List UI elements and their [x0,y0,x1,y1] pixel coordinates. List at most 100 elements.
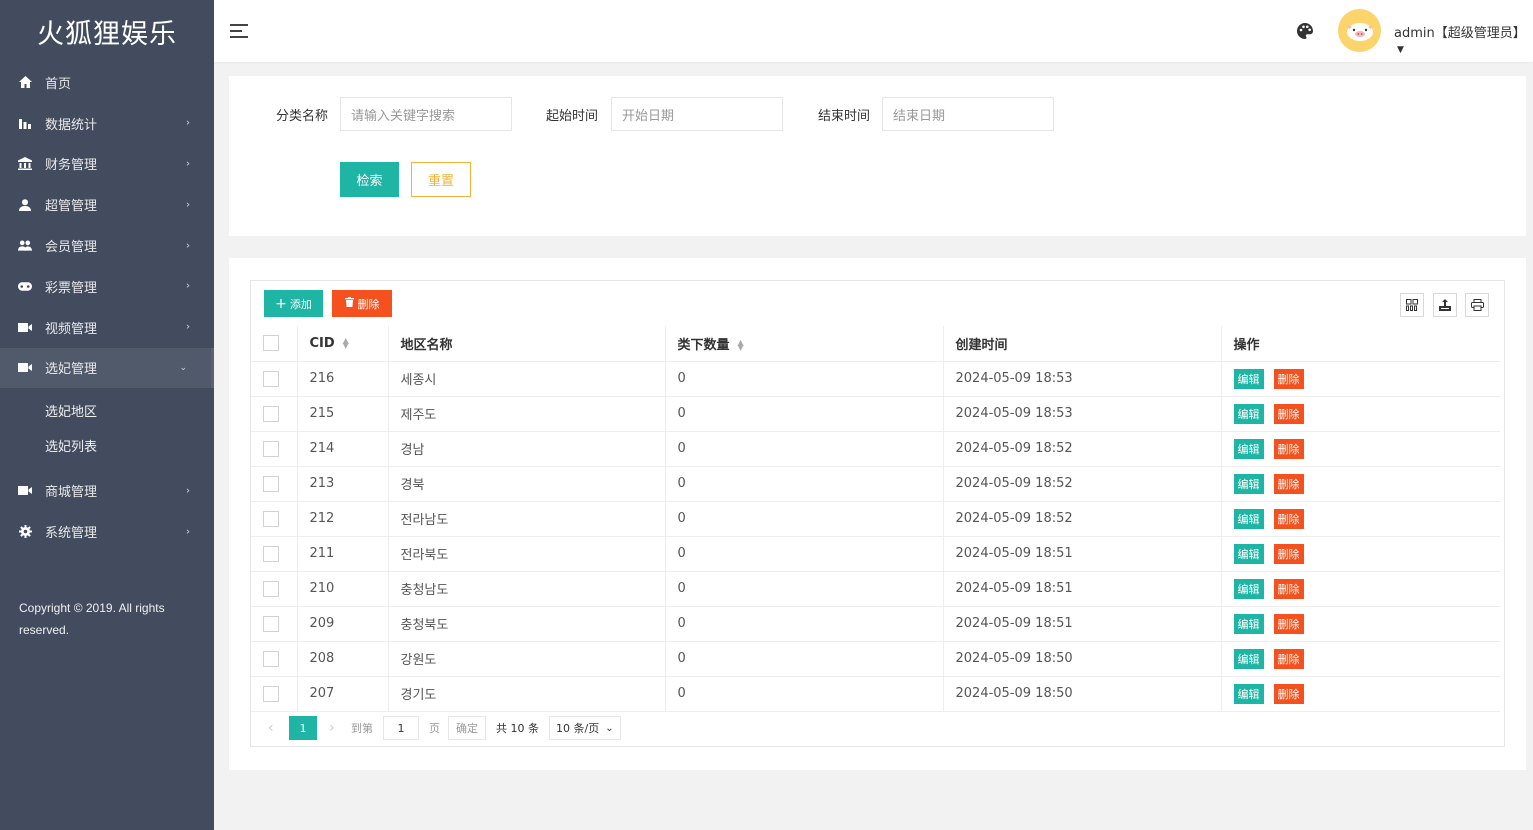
sidebar-item-system[interactable]: 系统管理 › [0,511,214,552]
row-checkbox[interactable] [263,650,279,667]
cell-actions: 编辑 删除 [1221,431,1500,467]
delete-button[interactable]: 删除 [1273,403,1304,424]
edit-button[interactable]: 编辑 [1233,438,1264,459]
delete-button[interactable]: 删除 [1273,438,1304,459]
delete-button[interactable]: 删除 [1273,578,1304,599]
row-checkbox[interactable] [263,370,279,387]
end-date-input[interactable]: 结束日期 [882,97,1054,131]
cell-region-name: 제주도 [388,396,666,432]
row-checkbox-cell [251,501,298,537]
sidebar-item-shop[interactable]: 商城管理 › [0,470,214,511]
sidebar-subitem-region[interactable]: 选妃地区 [0,393,214,428]
gear-icon [18,525,32,539]
category-search-input[interactable]: 请输入关键字搜索 [340,97,512,131]
sidebar-item-stats[interactable]: 数据统计 › [0,103,214,144]
row-checkbox[interactable] [263,440,279,457]
add-button[interactable]: + 添加 [264,290,323,317]
cell-created: 2024-05-09 18:51 [943,606,1222,642]
page-current[interactable]: 1 [289,716,317,740]
page-size-value: 10 条/页 [556,722,600,735]
row-checkbox[interactable] [263,615,279,632]
chevron-right-icon: › [186,280,190,292]
sidebar-item-finance[interactable]: 财务管理 › [0,144,214,185]
edit-button[interactable]: 编辑 [1233,613,1264,634]
next-page-icon[interactable]: › [329,720,341,736]
cell-actions: 编辑 删除 [1221,396,1500,432]
row-checkbox-cell [251,641,298,677]
goto-confirm-button[interactable]: 确定 [448,716,486,740]
search-panel: 分类名称 请输入关键字搜索 起始时间 开始日期 结束时间 结束日期 检索 重置 [229,76,1526,236]
sidebar: 火狐狸娱乐 首页 数据统计 › 财务管理 › 超管管理 › 会员管理 › 彩票管… [0,0,214,830]
sort-icon[interactable]: ▲ ▼ [343,337,349,350]
prev-page-icon[interactable]: ‹ [268,720,280,736]
edit-button[interactable]: 编辑 [1233,543,1264,564]
reset-button[interactable]: 重置 [411,162,471,197]
row-checkbox[interactable] [263,475,279,492]
delete-button[interactable]: 删除 [1273,613,1304,634]
page-size-select[interactable]: 10 条/页 ⌄ [549,716,621,740]
delete-button[interactable]: 删除 [1273,648,1304,669]
row-checkbox[interactable] [263,685,279,702]
batch-delete-button[interactable]: 删除 [332,290,392,317]
edit-button[interactable]: 编辑 [1233,648,1264,669]
cell-region-name: 세종시 [388,361,666,397]
cell-actions: 编辑 删除 [1221,501,1500,537]
delete-button[interactable]: 删除 [1273,473,1304,494]
edit-button[interactable]: 编辑 [1233,578,1264,599]
sort-icon[interactable]: ▲ ▼ [738,339,744,352]
table-container: + 添加 删除 CID ▲ ▼ 地区名称 类下数量 ▲ ▼ 创建时间 操作 21… [250,280,1505,747]
delete-button[interactable]: 删除 [1273,368,1304,389]
user-menu[interactable]: admin【超级管理员】 ▼ [1394,22,1533,56]
select-all-checkbox[interactable] [263,335,279,352]
column-header-region-name: 地区名称 [388,326,666,362]
print-icon[interactable] [1465,293,1489,317]
sidebar-item-label: 选妃管理 [45,362,98,378]
delete-button[interactable]: 删除 [1273,508,1304,529]
cell-count: 0 [665,641,944,677]
columns-filter-icon[interactable] [1400,293,1424,317]
cell-cid: 212 [297,501,389,537]
edit-button[interactable]: 编辑 [1233,683,1264,704]
edit-button[interactable]: 编辑 [1233,403,1264,424]
row-checkbox[interactable] [263,510,279,527]
trash-icon [344,297,354,310]
search-button[interactable]: 检索 [340,162,399,197]
goto-page-input[interactable]: 1 [383,716,419,740]
column-header-cid[interactable]: CID ▲ ▼ [297,326,389,362]
sidebar-subitem-list[interactable]: 选妃列表 [0,428,214,463]
sidebar-item-label: 商城管理 [45,485,98,501]
edit-button[interactable]: 编辑 [1233,508,1264,529]
row-checkbox[interactable] [263,545,279,562]
app-logo[interactable]: 火狐狸娱乐 [0,0,214,62]
column-header-count[interactable]: 类下数量 ▲ ▼ [665,326,944,362]
cell-region-name: 경북 [388,466,666,502]
cell-region-name: 전라북도 [388,536,666,572]
table-row: 215 제주도 0 2024-05-09 18:53 编辑 删除 [251,396,1500,432]
table-row: 211 전라북도 0 2024-05-09 18:51 编辑 删除 [251,536,1500,572]
edit-button[interactable]: 编辑 [1233,368,1264,389]
row-checkbox[interactable] [263,580,279,597]
delete-button[interactable]: 删除 [1273,683,1304,704]
cell-count: 0 [665,501,944,537]
sidebar-item-members[interactable]: 会员管理 › [0,225,214,266]
menu-toggle-icon[interactable] [230,24,248,38]
delete-button[interactable]: 删除 [1273,543,1304,564]
start-date-input[interactable]: 开始日期 [611,97,783,131]
sidebar-item-home[interactable]: 首页 [0,62,214,103]
avatar[interactable] [1338,9,1381,52]
sidebar-item-select[interactable]: 选妃管理 ⌄ [0,347,214,389]
export-icon[interactable] [1433,293,1457,317]
cell-count: 0 [665,571,944,607]
video-icon [18,361,32,375]
sidebar-item-label: 超管管理 [45,199,98,215]
sidebar-item-video[interactable]: 视频管理 › [0,307,214,348]
sidebar-item-admins[interactable]: 超管管理 › [0,184,214,225]
row-checkbox-cell [251,361,298,397]
cell-cid: 216 [297,361,389,397]
palette-icon[interactable] [1296,22,1314,40]
sidebar-submenu: 选妃地区 选妃列表 [0,393,214,464]
chevron-right-icon: › [186,526,190,538]
sidebar-item-lottery[interactable]: 彩票管理 › [0,266,214,307]
edit-button[interactable]: 编辑 [1233,473,1264,494]
row-checkbox[interactable] [263,405,279,422]
